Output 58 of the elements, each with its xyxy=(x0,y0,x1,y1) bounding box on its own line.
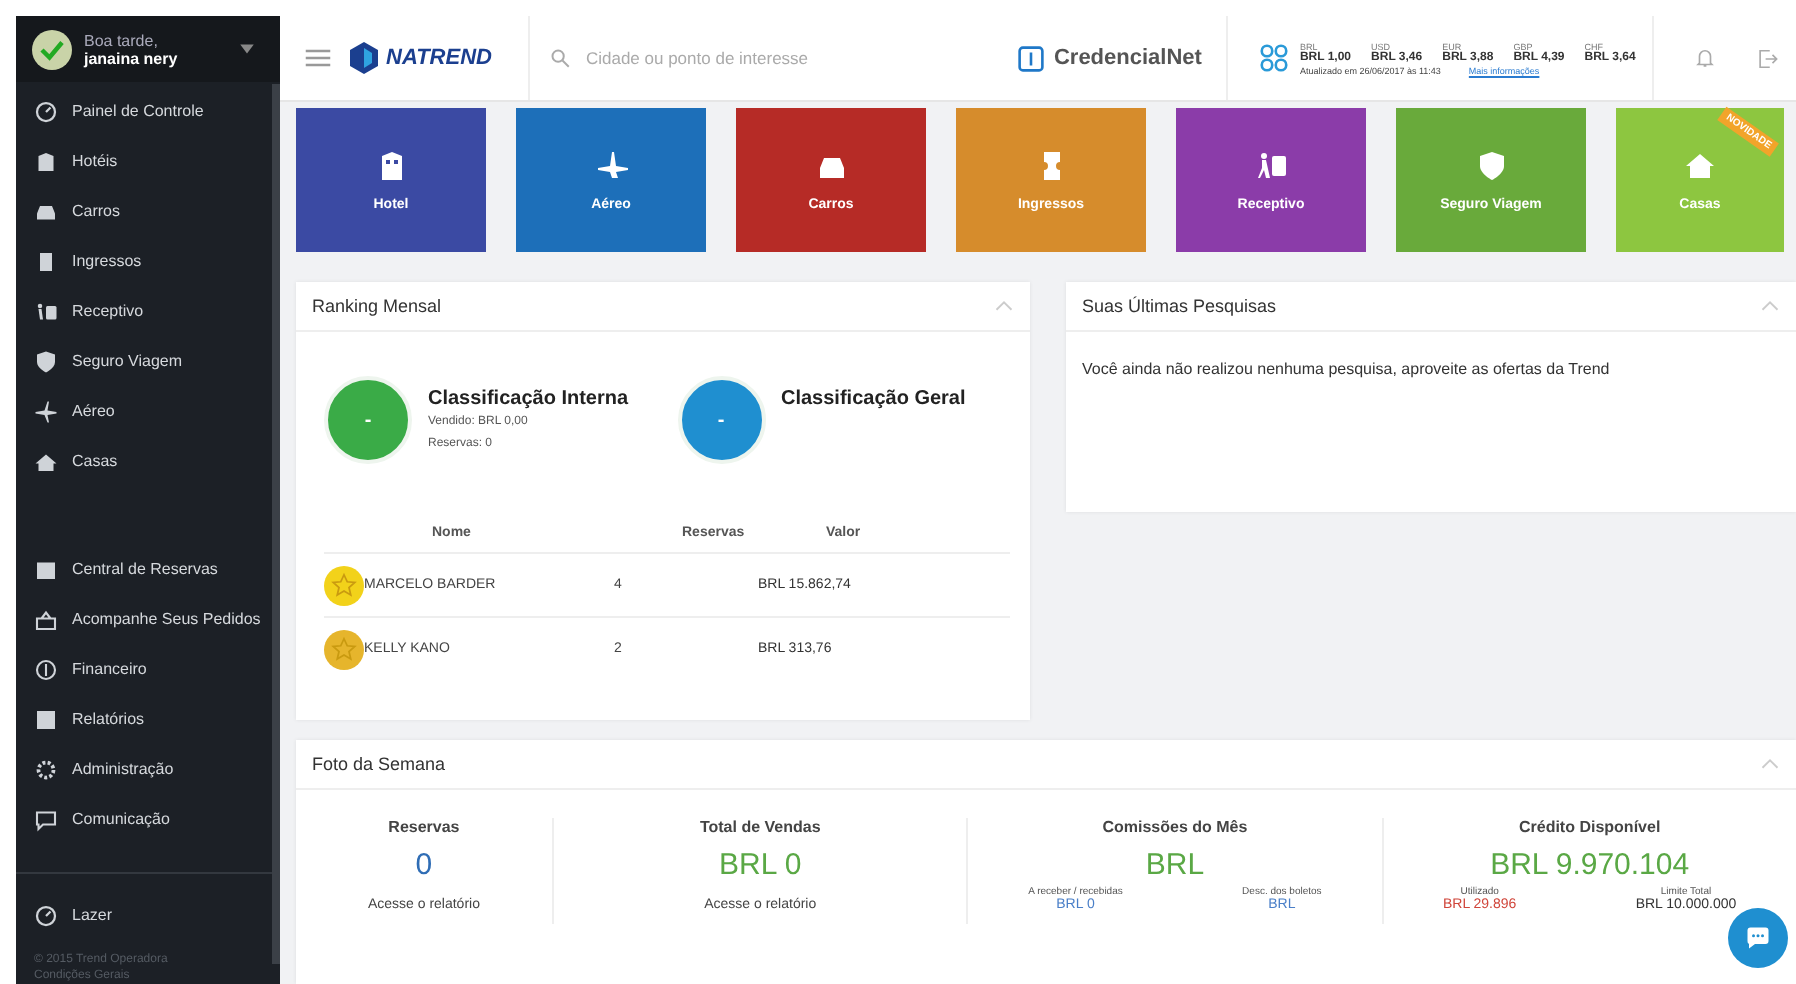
house-icon xyxy=(34,449,58,473)
rank-badge: - xyxy=(324,376,412,464)
chat-bubble-icon xyxy=(1746,926,1770,950)
search-icon xyxy=(549,48,570,68)
menu-item[interactable]: Financeiro xyxy=(16,644,280,694)
menu-item[interactable]: Painel de Controle xyxy=(16,86,280,136)
walker-bus-icon xyxy=(34,299,58,323)
menu-item[interactable]: Comunicação xyxy=(16,794,280,844)
menu-item[interactable]: Central de Reservas xyxy=(16,544,280,594)
bell-icon xyxy=(1693,47,1716,69)
panel-title: Foto da Semana xyxy=(312,754,446,774)
avatar-icon xyxy=(32,29,72,69)
menu-item[interactable]: Aéreo xyxy=(16,386,280,436)
menu-item[interactable]: Carros xyxy=(16,186,280,236)
search-field[interactable]: Cidade ou ponto de interesse xyxy=(581,46,970,70)
rank-title: Classificação Interna xyxy=(428,388,629,410)
menu-item[interactable]: Seguro Viagem xyxy=(16,336,280,386)
logo-text: NATREND xyxy=(386,46,492,70)
hexagon-logo-icon xyxy=(348,42,380,74)
currency-rings-icon xyxy=(1259,44,1288,72)
caret-icon xyxy=(238,40,256,58)
menu-item[interactable]: Lazer xyxy=(16,890,280,940)
shield-icon xyxy=(1475,149,1507,181)
stat-title: Total de Vendas xyxy=(699,818,821,836)
menu-item[interactable]: Ingressos xyxy=(16,236,280,286)
shield-icon xyxy=(34,349,58,373)
collapse-icon xyxy=(1760,754,1780,774)
collapse-icon xyxy=(1760,296,1780,316)
user-name: janaina nery xyxy=(84,49,180,67)
stat-value: BRL 9.970.104 xyxy=(1490,848,1690,882)
stat-title: Reservas xyxy=(388,818,460,836)
house-icon xyxy=(1684,149,1716,181)
empty-message: Você ainda não realizou nenhuma pesquisa, aproveite as ofertas da Trend xyxy=(1080,358,1612,382)
menu-item[interactable]: Hotéis xyxy=(16,136,280,186)
stat-title: Comissões do Mês xyxy=(1102,818,1248,836)
menu-icon xyxy=(304,44,332,72)
rank-badge: - xyxy=(677,376,765,464)
stat-value: BRL 0 xyxy=(719,848,802,882)
credencial-link[interactable]: CredencialNet xyxy=(1005,16,1228,100)
rank-title: Classificação Geral xyxy=(781,388,966,410)
walker-bus-icon xyxy=(1255,149,1287,181)
greeting-text: Boa tarde, xyxy=(84,31,160,49)
stat-value: BRL xyxy=(1145,848,1205,882)
stat-value: 0 xyxy=(415,848,433,882)
collapse-icon xyxy=(994,296,1014,316)
stat-title: Crédito Disponível xyxy=(1518,818,1661,836)
logout-icon xyxy=(1755,47,1778,69)
clock-icon xyxy=(34,903,58,927)
panel-title: Ranking Mensal xyxy=(312,296,442,316)
menu-item[interactable]: Administração xyxy=(16,744,280,794)
menu-item[interactable]: Receptivo xyxy=(16,286,280,336)
menu-item[interactable]: Acompanhe Seus Pedidos xyxy=(16,594,280,644)
chat-icon xyxy=(34,807,58,831)
scrollbar[interactable] xyxy=(272,84,280,964)
menu-item[interactable]: Relatórios xyxy=(16,694,280,744)
panel-title: Suas Últimas Pesquisas xyxy=(1082,296,1277,316)
menu-item[interactable]: Casas xyxy=(16,436,280,486)
gauge-icon xyxy=(34,99,58,123)
